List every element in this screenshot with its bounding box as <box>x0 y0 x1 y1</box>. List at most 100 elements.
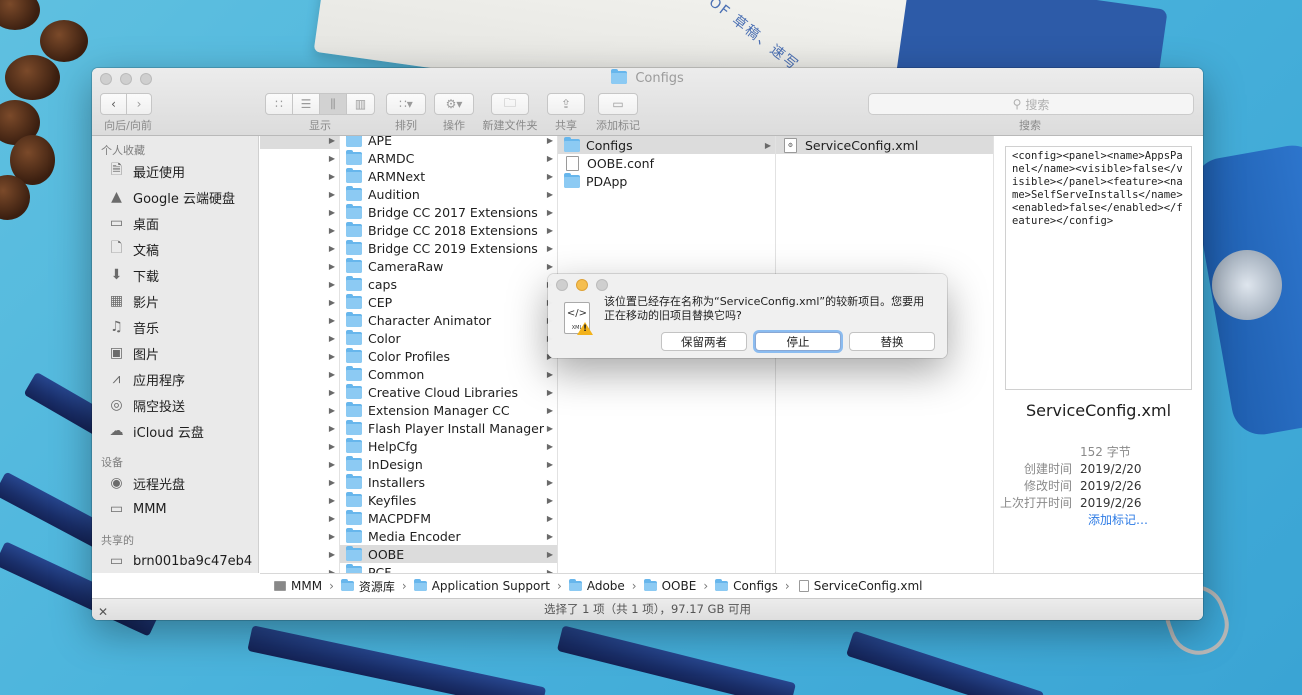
list-item[interactable]: ▶ <box>260 293 339 311</box>
preview-pane: <config><panel><name>AppsPanel</name><vi… <box>994 136 1203 573</box>
list-item[interactable]: ▶ <box>260 437 339 455</box>
action-button[interactable]: ⚙▾ <box>434 93 474 115</box>
list-item[interactable]: ARMDC ▶ <box>340 149 557 167</box>
list-item[interactable]: ▶ <box>260 383 339 401</box>
sidebar-item-google-drive[interactable]: ▲ Google 云端硬盘 <box>92 184 258 210</box>
list-item[interactable]: Color▶ <box>340 329 557 347</box>
sidebar-item-airdrop[interactable]: ◎ 隔空投送 <box>92 392 258 418</box>
list-item[interactable]: APE ▶ <box>340 136 557 149</box>
sidebar-item-recents[interactable]: 🗎 最近使用 <box>92 158 258 184</box>
list-item[interactable]: ▶ <box>260 329 339 347</box>
list-item[interactable]: Bridge CC 2018 Extensions ▶ <box>340 221 557 239</box>
list-item-pdapp[interactable]: PDApp <box>558 172 775 190</box>
share-button[interactable]: ⇪ <box>547 93 585 115</box>
dialog-close-button[interactable] <box>556 279 568 291</box>
sidebar-item-icloud[interactable]: ☁ iCloud 云盘 <box>92 418 258 444</box>
list-item-configs[interactable]: Configs ▶ <box>558 136 775 154</box>
list-item[interactable]: Extension Manager CC ▶ <box>340 401 557 419</box>
list-item[interactable]: Character Animator▶ <box>340 311 557 329</box>
dialog-minimize-button[interactable] <box>576 279 588 291</box>
path-item[interactable]: ServiceConfig.xml <box>797 579 923 593</box>
sidebar-item-music[interactable]: ♫ 音乐 <box>92 314 258 340</box>
arrange-button[interactable]: ∷▾ <box>386 93 426 115</box>
list-item[interactable]: Creative Cloud Libraries ▶ <box>340 383 557 401</box>
path-item[interactable]: 资源库 <box>340 578 395 595</box>
list-item[interactable]: Media Encoder ▶ <box>340 527 557 545</box>
list-item[interactable]: Audition ▶ <box>340 185 557 203</box>
keep-both-button[interactable]: 保留两者 <box>661 332 747 351</box>
path-item[interactable]: Configs <box>715 579 778 593</box>
chevron-right-icon: ▶ <box>328 405 335 415</box>
chevron-right-icon: ▶ <box>546 189 553 199</box>
icon-view-button[interactable]: ∷ <box>266 94 293 114</box>
list-item[interactable]: MACPDFM ▶ <box>340 509 557 527</box>
list-item-serviceconfig[interactable]: ⚙ ServiceConfig.xml <box>776 136 993 154</box>
list-item[interactable]: ▶ <box>260 185 339 203</box>
back-button[interactable]: ‹ <box>101 94 127 114</box>
add-tags-link[interactable]: 添加标记… <box>994 511 1148 528</box>
list-item[interactable]: ▶ <box>260 203 339 221</box>
dialog-zoom-button[interactable] <box>596 279 608 291</box>
list-item[interactable]: Bridge CC 2019 Extensions ▶ <box>340 239 557 257</box>
list-item-oobe-conf[interactable]: OOBE.conf <box>558 154 775 172</box>
sidebar-item-pictures[interactable]: ▣ 图片 <box>92 340 258 366</box>
list-item[interactable]: InDesign ▶ <box>340 455 557 473</box>
list-item[interactable]: ▶ <box>260 401 339 419</box>
list-item[interactable]: ARMNext ▶ <box>340 167 557 185</box>
list-item[interactable]: Bridge CC 2017 Extensions ▶ <box>340 203 557 221</box>
sidebar-item-desktop[interactable]: ▭ 桌面 <box>92 210 258 236</box>
list-item[interactable]: ▶ <box>260 419 339 437</box>
opened-value: 2019/2/26 <box>1080 495 1142 510</box>
search-field[interactable]: ⚲ 搜索 <box>868 93 1194 115</box>
list-item[interactable]: ▶ <box>260 149 339 167</box>
list-item[interactable]: ▶ <box>260 509 339 527</box>
list-item[interactable]: Common ▶ <box>340 365 557 383</box>
list-item[interactable]: OOBE ▶ <box>340 545 557 563</box>
sidebar-toggle-icon[interactable]: ✕ <box>98 602 108 620</box>
list-item[interactable]: ▶ <box>260 563 339 574</box>
list-item[interactable]: ▶ <box>260 275 339 293</box>
new-folder-button[interactable]: 🗀 <box>491 93 529 115</box>
list-item[interactable]: ▶ <box>260 239 339 257</box>
path-item[interactable]: OOBE <box>643 579 696 593</box>
list-item[interactable]: ▶ <box>260 221 339 239</box>
list-item[interactable]: caps▶ <box>340 275 557 293</box>
list-item[interactable]: Flash Player Install Manager ▶ <box>340 419 557 437</box>
sidebar-item-shared-1[interactable]: ▭ brn001ba9c47eb4 <box>92 548 258 573</box>
chevron-right-icon: ▶ <box>328 351 335 361</box>
sidebar-item-mmm[interactable]: ▭ MMM <box>92 496 258 522</box>
list-item[interactable]: ▶ <box>260 527 339 545</box>
path-item[interactable]: Application Support <box>413 579 550 593</box>
sidebar-item-applications[interactable]: ⩘ 应用程序 <box>92 366 258 392</box>
list-item[interactable]: Color Profiles▶ <box>340 347 557 365</box>
sidebar-item-documents[interactable]: 🗋 文稿 <box>92 236 258 262</box>
list-item[interactable]: ▶ <box>260 545 339 563</box>
list-item[interactable]: CameraRaw ▶ <box>340 257 557 275</box>
gallery-view-button[interactable]: ▥ <box>347 94 374 114</box>
list-item[interactable]: Keyfiles ▶ <box>340 491 557 509</box>
sidebar-item-movies[interactable]: ▦ 影片 <box>92 288 258 314</box>
list-view-button[interactable]: ☰ <box>293 94 320 114</box>
stop-button[interactable]: 停止 <box>755 332 841 351</box>
forward-button[interactable]: › <box>127 94 151 114</box>
tags-button[interactable]: ▭ <box>598 93 638 115</box>
list-item[interactable]: ▶ <box>260 365 339 383</box>
list-item[interactable]: ▶ <box>260 136 339 149</box>
list-item[interactable]: ▶ <box>260 257 339 275</box>
list-item[interactable]: ▶ <box>260 311 339 329</box>
list-item[interactable]: ▶ <box>260 347 339 365</box>
list-item[interactable]: ▶ <box>260 491 339 509</box>
list-item[interactable]: PCF ▶ <box>340 563 557 573</box>
list-item[interactable]: CEP▶ <box>340 293 557 311</box>
path-item[interactable]: MMM <box>272 579 322 593</box>
replace-button[interactable]: 替换 <box>849 332 935 351</box>
list-item[interactable]: ▶ <box>260 473 339 491</box>
sidebar-item-remote-disc[interactable]: ◉ 远程光盘 <box>92 470 258 496</box>
sidebar-item-downloads[interactable]: ⬇ 下载 <box>92 262 258 288</box>
list-item[interactable]: HelpCfg ▶ <box>340 437 557 455</box>
list-item[interactable]: ▶ <box>260 455 339 473</box>
list-item[interactable]: Installers ▶ <box>340 473 557 491</box>
list-item[interactable]: ▶ <box>260 167 339 185</box>
path-item[interactable]: Adobe <box>568 579 625 593</box>
column-view-button[interactable]: ⫼ <box>320 94 347 114</box>
